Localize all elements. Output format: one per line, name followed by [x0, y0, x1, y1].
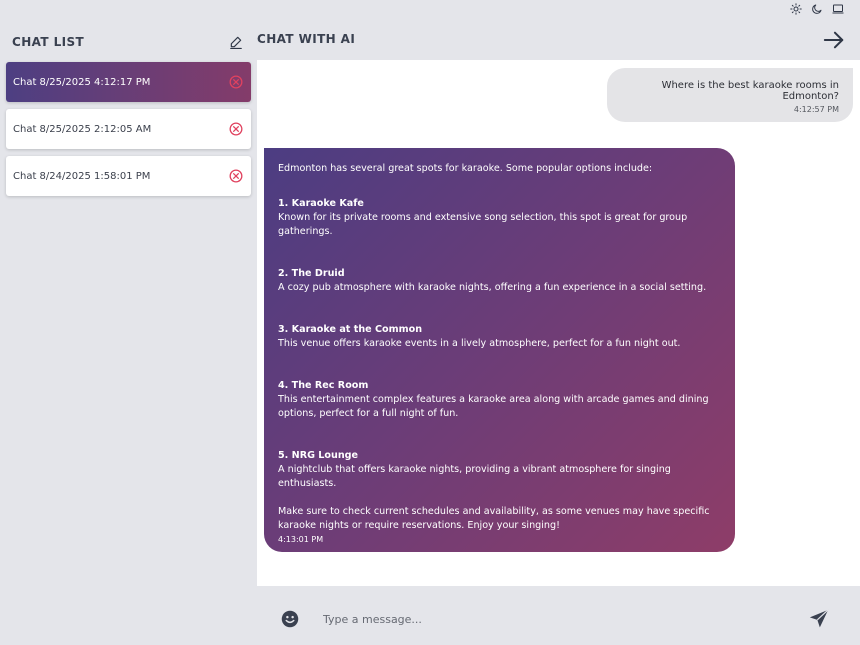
chat-sidebar: CHAT LIST Chat 8/25/2025 4:12:17 PM Chat… — [0, 22, 257, 645]
message-input[interactable] — [323, 608, 783, 630]
chat-list-item[interactable]: Chat 8/24/2025 1:58:01 PM — [6, 156, 251, 196]
sidebar-title: CHAT LIST — [12, 35, 85, 49]
sidebar-header: CHAT LIST — [12, 34, 244, 50]
edit-icon[interactable] — [228, 34, 244, 50]
delete-chat-icon[interactable] — [228, 169, 243, 184]
smiley-icon[interactable] — [281, 610, 299, 628]
delete-chat-icon[interactable] — [228, 75, 243, 90]
chat-header: CHAT WITH AI — [257, 22, 860, 60]
message-composer — [257, 586, 860, 645]
sun-icon[interactable] — [789, 2, 802, 15]
chat-item-label: Chat 8/25/2025 2:12:05 AM — [13, 123, 152, 135]
chat-item-label: Chat 8/25/2025 4:12:17 PM — [13, 76, 151, 88]
ai-message-bubble: Edmonton has several great spots for kar… — [264, 148, 735, 552]
monitor-icon[interactable] — [831, 2, 844, 15]
ai-list-item-desc: A nightclub that offers karaoke nights, … — [278, 464, 671, 489]
chat-list-item[interactable]: Chat 8/25/2025 4:12:17 PM — [6, 62, 251, 102]
ai-message-outro: Make sure to check current schedules and… — [278, 506, 710, 531]
ai-list-item: 2. The Druid A cozy pub atmosphere with … — [278, 267, 721, 295]
chat-item-label: Chat 8/24/2025 1:58:01 PM — [13, 170, 151, 182]
delete-chat-icon[interactable] — [228, 122, 243, 137]
chat-title: CHAT WITH AI — [257, 32, 356, 46]
ai-list-item: 1. Karaoke Kafe Known for its private ro… — [278, 197, 721, 239]
ai-list-item-desc: Known for its private rooms and extensiv… — [278, 212, 688, 237]
chat-list: Chat 8/25/2025 4:12:17 PM Chat 8/25/2025… — [6, 62, 251, 203]
user-message-bubble: Where is the best karaoke rooms in Edmon… — [607, 68, 853, 122]
theme-switcher — [789, 2, 844, 15]
send-icon[interactable] — [808, 608, 830, 630]
ai-list-item-title: 1. Karaoke Kafe — [278, 198, 364, 209]
message-area[interactable]: Where is the best karaoke rooms in Edmon… — [257, 60, 860, 586]
moon-icon[interactable] — [810, 2, 823, 15]
ai-list-item: 5. NRG Lounge A nightclub that offers ka… — [278, 449, 721, 491]
user-message-text: Where is the best karaoke rooms in Edmon… — [661, 80, 839, 102]
message-timestamp: 4:12:57 PM — [793, 105, 839, 114]
ai-list-item-desc: This venue offers karaoke events in a li… — [278, 338, 681, 349]
ai-list-item-title: 2. The Druid — [278, 268, 345, 279]
ai-list-item: 3. Karaoke at the Common This venue offe… — [278, 323, 721, 351]
ai-message-intro: Edmonton has several great spots for kar… — [278, 163, 653, 174]
ai-list-item-title: 3. Karaoke at the Common — [278, 324, 423, 335]
ai-list-item-desc: This entertainment complex features a ka… — [278, 394, 709, 419]
ai-list-item-desc: A cozy pub atmosphere with karaoke night… — [278, 282, 707, 293]
ai-list-item-title: 5. NRG Lounge — [278, 450, 359, 461]
ai-list-item: 4. The Rec Room This entertainment compl… — [278, 379, 721, 421]
chat-list-item[interactable]: Chat 8/25/2025 2:12:05 AM — [6, 109, 251, 149]
message-timestamp: 4:13:01 PM — [278, 535, 324, 544]
arrow-right-icon[interactable] — [822, 28, 846, 52]
ai-list-item-title: 4. The Rec Room — [278, 380, 369, 391]
